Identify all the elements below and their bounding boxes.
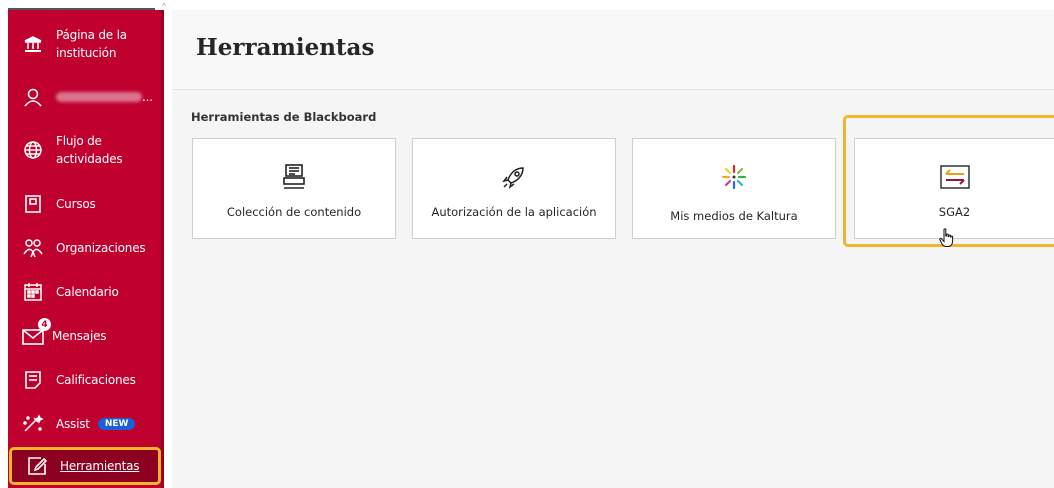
sidebar-item-activity-stream[interactable]: Flujo de actividades: [8, 128, 161, 172]
sidebar-item-label: Cursos: [56, 197, 96, 211]
rocket-icon: [501, 163, 527, 191]
card-label: Autorización de la aplicación: [431, 205, 597, 219]
sidebar-item-label: Assist: [56, 417, 90, 431]
sidebar-item-assist[interactable]: Assist NEW: [8, 410, 161, 438]
sidebar-item-messages[interactable]: 4 Mensajes: [8, 318, 161, 350]
institution-icon: [20, 31, 46, 57]
courses-icon: [20, 191, 46, 217]
sidebar-item-label: Calendario: [56, 285, 119, 299]
user-name-blurred: [56, 92, 142, 102]
new-badge: NEW: [97, 418, 136, 430]
assist-icon: [20, 411, 46, 437]
card-label: Mis medios de Kaltura: [670, 209, 798, 223]
user-icon: [20, 84, 46, 110]
user-name-ellipsis: ...: [142, 90, 153, 104]
sidebar-item-institution[interactable]: Página de la institución: [8, 22, 161, 66]
sidebar-item-label: Calificaciones: [56, 373, 136, 387]
calendar-icon: [20, 279, 46, 305]
sidebar-item-tools[interactable]: Herramientas: [9, 447, 161, 485]
grades-icon: [20, 367, 46, 393]
page-header: Herramientas: [172, 10, 1054, 90]
sidebar-item-user[interactable]: ...: [8, 80, 161, 114]
globe-icon: [20, 137, 46, 163]
organizations-icon: [20, 235, 46, 261]
sidebar-item-label: Organizaciones: [56, 241, 146, 255]
sidebar-item-label: Herramientas: [60, 459, 140, 473]
tool-card-app-authorization[interactable]: Autorización de la aplicación: [412, 138, 616, 239]
sidebar-item-label: Flujo de actividades: [56, 134, 123, 166]
app-window: ^ Página de la institución ... Flujo de …: [0, 0, 1054, 488]
sidebar-item-organizations[interactable]: Organizaciones: [8, 234, 161, 262]
hand-pointer-icon: [939, 228, 955, 253]
sidebar-item-label: Mensajes: [52, 329, 107, 343]
tool-card-kaltura[interactable]: Mis medios de Kaltura: [632, 138, 836, 239]
content-collection-icon: [283, 163, 305, 191]
sidebar-item-calendar[interactable]: Calendario: [8, 278, 161, 306]
scroll-up-icon[interactable]: ^: [162, 2, 168, 11]
sidebar-item-courses[interactable]: Cursos: [8, 190, 161, 218]
messages-count-badge: 4: [38, 318, 51, 331]
sidebar-item-label: Página de la institución: [56, 28, 127, 60]
tools-icon: [24, 453, 50, 479]
sidebar-item-grades[interactable]: Calificaciones: [8, 366, 161, 394]
main-content: Herramientas Herramientas de Blackboard …: [172, 10, 1054, 488]
card-label: Colección de contenido: [226, 205, 362, 219]
tool-card-content-collection[interactable]: Colección de contenido: [192, 138, 396, 239]
sidebar: Página de la institución ... Flujo de ac…: [8, 10, 164, 488]
page-title: Herramientas: [196, 34, 375, 61]
kaltura-icon: [721, 163, 747, 191]
section-title: Herramientas de Blackboard: [191, 110, 377, 124]
